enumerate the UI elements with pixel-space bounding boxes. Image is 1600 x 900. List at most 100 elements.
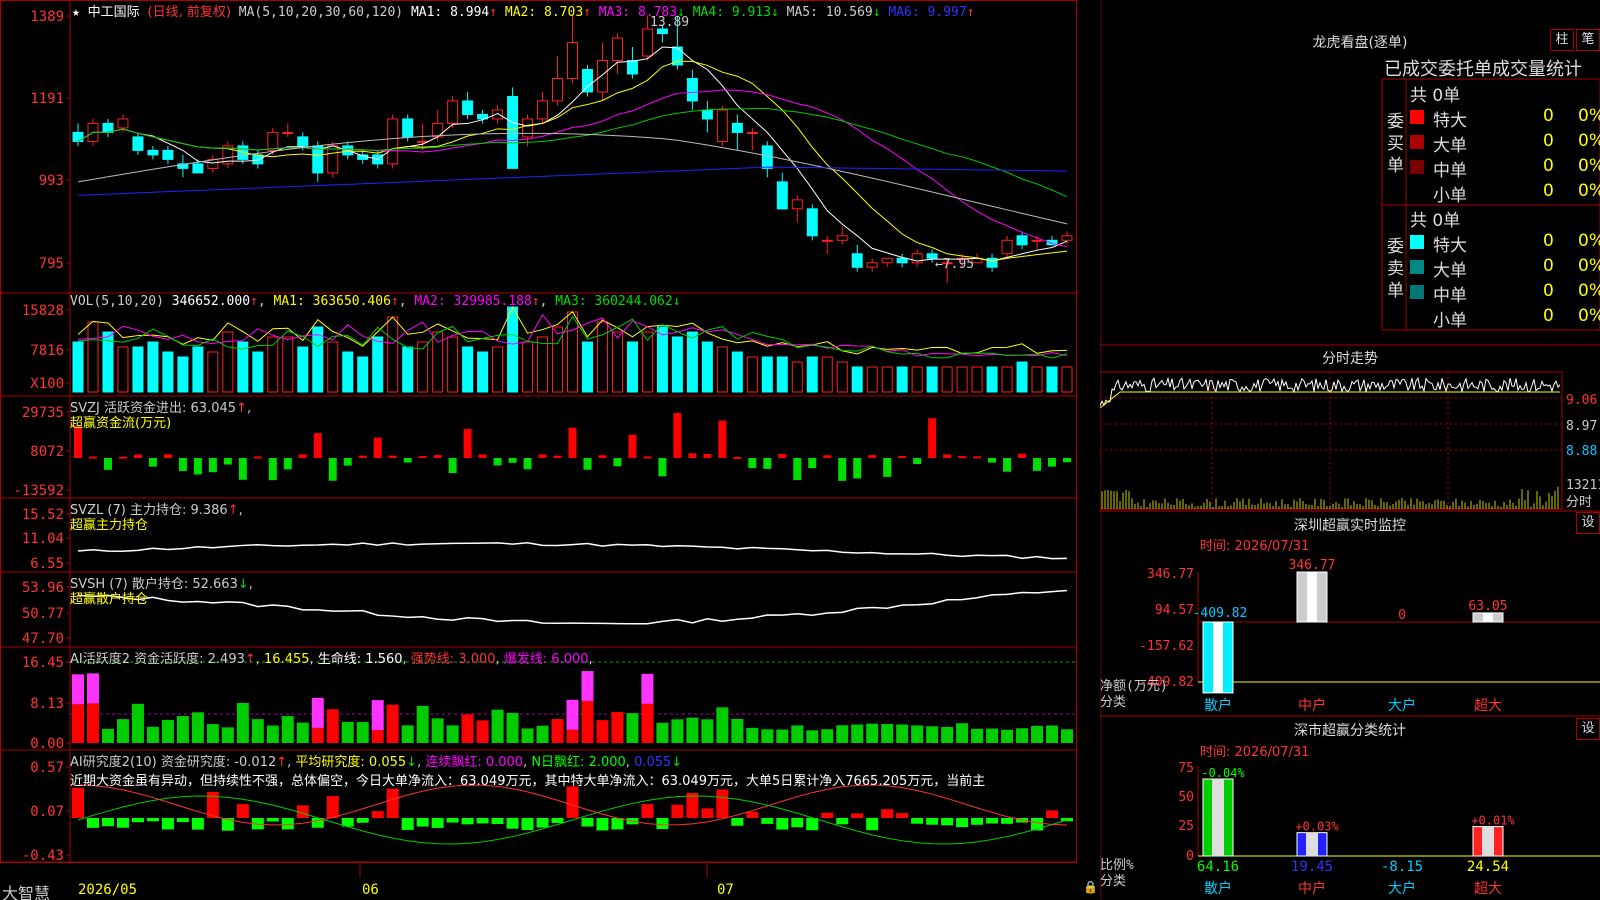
- ai1-bar: [236, 702, 249, 743]
- ai1-tick-label-1: 8.13: [30, 696, 64, 712]
- ai2-bar: [671, 804, 684, 818]
- volume-bar: [716, 346, 728, 393]
- ai1-bar: [896, 724, 909, 743]
- ai2-bar: [356, 818, 369, 823]
- ma20-line: [77, 89, 1068, 248]
- ai1-c: 生命线: 1.560: [317, 652, 403, 667]
- ai2-bar: [851, 813, 864, 818]
- ai2-bar: [431, 818, 444, 828]
- ai1-tick-label-2: 0.00: [30, 736, 64, 752]
- candle-body: [761, 145, 773, 169]
- ai1-top-bar: [581, 671, 594, 702]
- sc-tick-2: 25: [1178, 819, 1194, 834]
- svzj-bar: [763, 458, 772, 469]
- ai2-bar: [881, 809, 894, 818]
- ma-arrow-1: ↑: [489, 5, 498, 20]
- ai1-bar: [341, 721, 354, 743]
- ai1-bar: [206, 724, 219, 743]
- candle-body: [117, 118, 129, 129]
- vol-ma1: MA1: 363650.406: [273, 294, 391, 309]
- ai2-bar: [746, 811, 759, 818]
- svzj-bar: [523, 458, 532, 470]
- ai1-bar: [116, 719, 129, 743]
- candle-body: [297, 136, 309, 147]
- ai1-top-bar: [641, 673, 654, 704]
- svzj-bar: [598, 455, 607, 458]
- svzj-bar: [733, 456, 742, 459]
- ai2-bar: [656, 818, 669, 830]
- sc-bar-value: -8.15: [1381, 859, 1423, 875]
- ai1-bar: [611, 712, 624, 743]
- main-tick-label-0: 1389: [30, 9, 64, 25]
- lock-icon[interactable]: 🔒: [1083, 880, 1098, 894]
- candle-body: [596, 60, 608, 93]
- ma120-line: [77, 166, 1068, 196]
- sz-settings-button[interactable]: 设: [1576, 512, 1600, 534]
- ma-arrow-2: ↑: [583, 5, 591, 20]
- svzj-bar: [508, 458, 517, 463]
- ma-values: MA1: 8.994↑ MA2: 8.703↑ MA3: 8.783↓ MA4:…: [411, 5, 975, 20]
- tab-header[interactable]: 已成交委托单成交量统计: [1384, 55, 1600, 81]
- ai2-bar: [491, 818, 504, 824]
- candle-body: [402, 118, 414, 138]
- candle-body: [581, 68, 593, 93]
- ai1-bar: [911, 725, 924, 743]
- column-button[interactable]: 柱: [1550, 29, 1574, 51]
- ai2-bar: [101, 818, 114, 827]
- sell-block-row-3-value: 0: [1543, 306, 1554, 326]
- ma-value-3: MA3: 8.783: [590, 5, 678, 20]
- pen-button[interactable]: 笔: [1576, 29, 1600, 51]
- buy-block-swatch-3: [1410, 185, 1424, 199]
- ai1-top-bar: [86, 673, 99, 704]
- stock-name[interactable]: 中工国际: [88, 5, 140, 20]
- sell-block-row-2-label: 中单: [1433, 286, 1467, 306]
- intraday-title: 分时走势: [1322, 351, 1378, 367]
- ai1-top-bar: [566, 699, 579, 730]
- ma-arrow-5: ↓: [872, 5, 881, 20]
- candle-body: [72, 131, 84, 142]
- sc-bar-change: +0.03%: [1295, 820, 1339, 834]
- ai1-bar: [761, 729, 774, 743]
- sc-time: 时间: 2026/07/31: [1200, 745, 1310, 760]
- ai1-bar: [476, 720, 489, 743]
- svzl-tick-label-2: 6.55: [30, 556, 64, 572]
- sc-bar-value: 64.16: [1197, 859, 1239, 875]
- ai1-bar: [701, 719, 714, 743]
- sz-monitor-title: 深圳超赢实时监控: [1294, 518, 1406, 534]
- ai2-bar: [191, 818, 204, 830]
- chart-mode[interactable]: (日线, 前复权): [148, 5, 231, 20]
- sell-block-row-1-label: 大单: [1433, 261, 1467, 281]
- intraday-vol-max: 13211: [1566, 478, 1600, 493]
- svzj-bar: [103, 458, 112, 470]
- svzj-bar: [388, 455, 397, 458]
- ai2-bar: [386, 788, 399, 818]
- volume-bar: [776, 356, 788, 393]
- ai1-bar: [296, 722, 309, 743]
- ai1-bar: [851, 724, 864, 743]
- sc-bar-value: 24.54: [1467, 859, 1509, 875]
- ai2-bar: [791, 818, 804, 828]
- ai1-bar: [161, 719, 174, 743]
- candle-body: [776, 181, 788, 210]
- volume-bar: [567, 311, 578, 393]
- svzj-bar: [148, 458, 157, 467]
- vol-ma3: MA3: 360244.062: [555, 294, 673, 309]
- svzj-bar: [178, 458, 187, 471]
- vol-value: 346652.000: [171, 294, 251, 309]
- volume-bar: [462, 346, 474, 393]
- sell-block-row-3-label: 小单: [1433, 311, 1467, 331]
- app-logo[interactable]: 大智慧: [2, 880, 50, 900]
- sz-cat-label: 散户: [1204, 697, 1232, 714]
- ai1-bar: [716, 707, 729, 743]
- ai2-bar: [416, 818, 429, 827]
- sc-settings-button[interactable]: 设: [1576, 718, 1600, 740]
- ma-value-1: MA1: 8.994: [410, 5, 490, 20]
- ai1-bar: [1061, 729, 1073, 743]
- svzj-bar: [328, 458, 337, 481]
- svsh-tick-label-2: 47.70: [22, 631, 64, 647]
- svzj-bar: [778, 454, 787, 458]
- candle-body: [896, 257, 908, 264]
- ai2-c: 连续飘红: 0.000: [425, 755, 524, 770]
- candle-body: [447, 100, 459, 124]
- svzj-tick-label-0: 29735: [22, 405, 64, 421]
